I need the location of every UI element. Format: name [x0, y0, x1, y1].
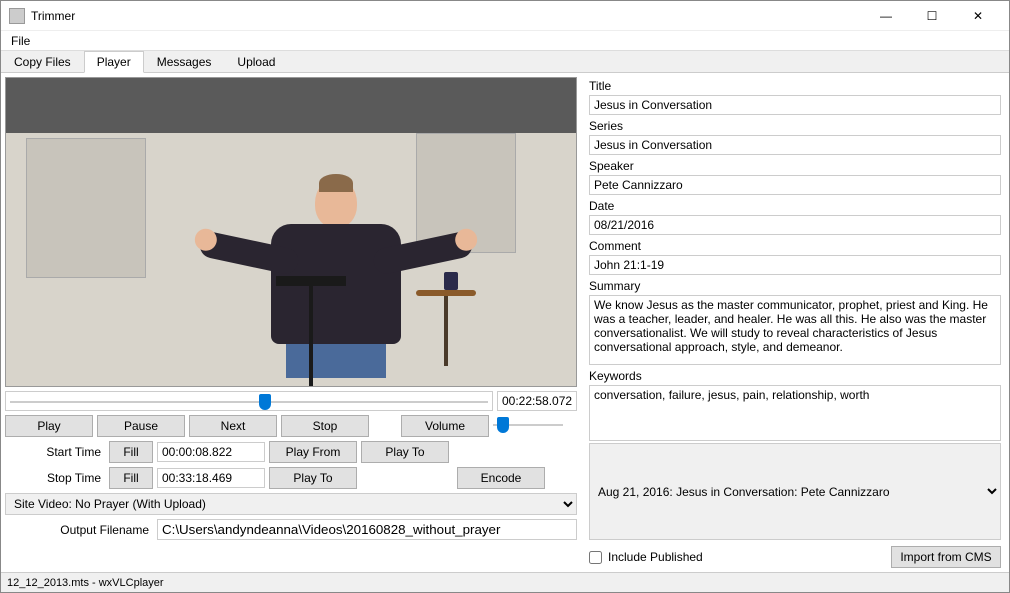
timecode-display: 00:22:58.072 [497, 391, 577, 411]
play-from-button[interactable]: Play From [269, 441, 357, 463]
seek-slider[interactable] [5, 391, 493, 411]
app-icon [9, 8, 25, 24]
stop-play-to-button[interactable]: Play To [269, 467, 357, 489]
next-button[interactable]: Next [189, 415, 277, 437]
player-panel: 00:22:58.072 Play Pause Next Stop Volume… [1, 73, 581, 572]
stop-button[interactable]: Stop [281, 415, 369, 437]
include-published-label: Include Published [608, 550, 703, 564]
summary-textarea[interactable] [589, 295, 1001, 365]
title-input[interactable] [589, 95, 1001, 115]
volume-button[interactable]: Volume [401, 415, 489, 437]
include-published-checkbox[interactable] [589, 551, 602, 564]
import-cms-button[interactable]: Import from CMS [891, 546, 1001, 568]
tab-player[interactable]: Player [84, 51, 144, 73]
encode-button[interactable]: Encode [457, 467, 545, 489]
keywords-label: Keywords [589, 369, 1001, 383]
status-bar: 12_12_2013.mts - wxVLCplayer [1, 572, 1009, 592]
tab-upload[interactable]: Upload [224, 51, 288, 72]
date-label: Date [589, 199, 1001, 213]
speaker-input[interactable] [589, 175, 1001, 195]
menubar: File [1, 31, 1009, 51]
date-input[interactable] [589, 215, 1001, 235]
stop-fill-button[interactable]: Fill [109, 467, 153, 489]
stop-time-input[interactable] [157, 468, 265, 488]
start-play-to-button[interactable]: Play To [361, 441, 449, 463]
cms-item-select[interactable]: Aug 21, 2016: Jesus in Conversation: Pet… [589, 443, 1001, 540]
stop-time-label: Stop Time [5, 471, 105, 485]
comment-input[interactable] [589, 255, 1001, 275]
volume-slider[interactable] [493, 415, 563, 435]
start-time-input[interactable] [157, 442, 265, 462]
start-time-label: Start Time [5, 445, 105, 459]
series-input[interactable] [589, 135, 1001, 155]
tab-messages[interactable]: Messages [144, 51, 225, 72]
summary-label: Summary [589, 279, 1001, 293]
menu-file[interactable]: File [5, 32, 36, 50]
site-video-select[interactable]: Site Video: No Prayer (With Upload) [5, 493, 577, 515]
window-title: Trimmer [31, 9, 863, 23]
pause-button[interactable]: Pause [97, 415, 185, 437]
status-text: 12_12_2013.mts - wxVLCplayer [7, 577, 164, 589]
minimize-button[interactable]: — [863, 1, 909, 31]
comment-label: Comment [589, 239, 1001, 253]
keywords-textarea[interactable] [589, 385, 1001, 441]
series-label: Series [589, 119, 1001, 133]
close-button[interactable]: ✕ [955, 1, 1001, 31]
tab-bar: Copy Files Player Messages Upload [1, 51, 1009, 73]
output-filename-input[interactable] [157, 519, 577, 540]
start-fill-button[interactable]: Fill [109, 441, 153, 463]
speaker-label: Speaker [589, 159, 1001, 173]
metadata-panel: Title Series Speaker Date Comment Summar… [581, 73, 1009, 572]
output-filename-label: Output Filename [5, 523, 153, 537]
tab-copy-files[interactable]: Copy Files [1, 51, 84, 72]
title-label: Title [589, 79, 1001, 93]
play-button[interactable]: Play [5, 415, 93, 437]
titlebar: Trimmer — ☐ ✕ [1, 1, 1009, 31]
video-display[interactable] [5, 77, 577, 387]
maximize-button[interactable]: ☐ [909, 1, 955, 31]
